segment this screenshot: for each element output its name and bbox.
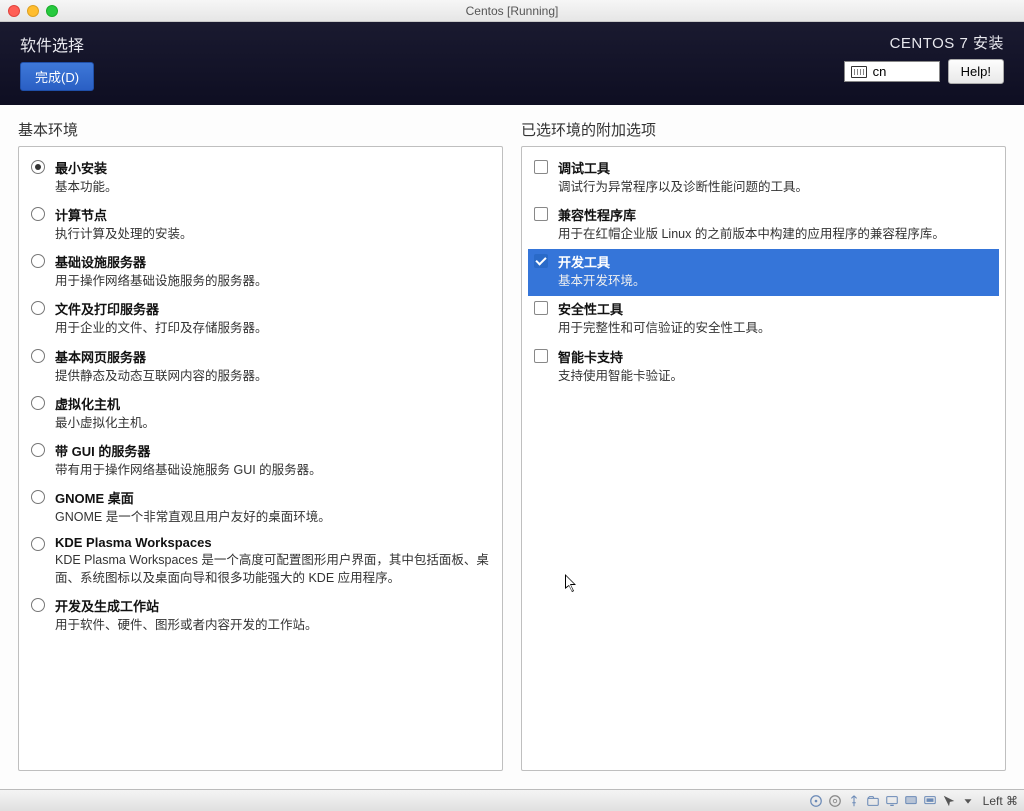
option-title: 调试工具 <box>558 158 993 177</box>
option-desc: 用于操作网络基础设施服务的服务器。 <box>55 272 490 290</box>
env-option-dev-workstation[interactable]: 开发及生成工作站用于软件、硬件、图形或者内容开发的工作站。 <box>25 593 496 640</box>
base-env-header: 基本环境 <box>18 119 503 140</box>
option-desc: 基本功能。 <box>55 178 490 196</box>
option-desc: 调试行为异常程序以及诊断性能问题的工具。 <box>558 178 993 196</box>
vbox-optical-icon[interactable] <box>827 793 843 809</box>
vbox-network-icon[interactable] <box>922 793 938 809</box>
option-title: KDE Plasma Workspaces <box>55 535 490 550</box>
addons-panel: 调试工具调试行为异常程序以及诊断性能问题的工具。兼容性程序库用于在红帽企业版 L… <box>521 146 1006 771</box>
keyboard-layout-code: cn <box>873 64 887 79</box>
vbox-recording-icon[interactable] <box>903 793 919 809</box>
checkbox-icon <box>534 301 548 315</box>
addon-option-debugging-tools[interactable]: 调试工具调试行为异常程序以及诊断性能问题的工具。 <box>528 155 999 202</box>
vbox-hostkey-label: Left ⌘ <box>983 794 1018 808</box>
option-title: 基本网页服务器 <box>55 347 490 366</box>
radio-icon <box>31 254 45 268</box>
window-title: Centos [Running] <box>0 4 1024 18</box>
env-option-kde-plasma[interactable]: KDE Plasma WorkspacesKDE Plasma Workspac… <box>25 532 496 593</box>
done-button[interactable]: 完成(D) <box>20 62 94 91</box>
checkbox-icon <box>534 254 548 268</box>
radio-icon <box>31 490 45 504</box>
option-desc: KDE Plasma Workspaces 是一个高度可配置图形用户界面，其中包… <box>55 551 490 587</box>
checkbox-icon <box>534 349 548 363</box>
env-option-gnome-desktop[interactable]: GNOME 桌面GNOME 是一个非常直观且用户友好的桌面环境。 <box>25 485 496 532</box>
option-desc: 支持使用智能卡验证。 <box>558 367 993 385</box>
addon-option-smart-card[interactable]: 智能卡支持支持使用智能卡验证。 <box>528 344 999 391</box>
option-title: 基础设施服务器 <box>55 252 490 271</box>
keyboard-icon <box>851 66 867 78</box>
option-title: 开发及生成工作站 <box>55 596 490 615</box>
addon-option-security-tools[interactable]: 安全性工具用于完整性和可信验证的安全性工具。 <box>528 296 999 343</box>
brand-text: CENTOS 7 安装 <box>890 32 1004 53</box>
option-desc: 用于完整性和可信验证的安全性工具。 <box>558 319 993 337</box>
option-title: 最小安装 <box>55 158 490 177</box>
env-option-basic-web-server[interactable]: 基本网页服务器提供静态及动态互联网内容的服务器。 <box>25 344 496 391</box>
vbox-mouse-integration-icon[interactable] <box>941 793 957 809</box>
keyboard-layout-indicator[interactable]: cn <box>844 61 940 82</box>
checkbox-icon <box>534 160 548 174</box>
vbox-hostkey-icon[interactable] <box>960 793 976 809</box>
page-title: 软件选择 <box>20 32 94 56</box>
option-desc: 最小虚拟化主机。 <box>55 414 490 432</box>
mouse-cursor-icon <box>565 574 579 594</box>
option-title: 虚拟化主机 <box>55 394 490 413</box>
close-window-button[interactable] <box>8 5 20 17</box>
checkbox-icon <box>534 207 548 221</box>
radio-icon <box>31 160 45 174</box>
radio-icon <box>31 396 45 410</box>
option-desc: 提供静态及动态互联网内容的服务器。 <box>55 367 490 385</box>
radio-icon <box>31 349 45 363</box>
radio-icon <box>31 301 45 315</box>
env-option-minimal[interactable]: 最小安装基本功能。 <box>25 155 496 202</box>
option-desc: 带有用于操作网络基础设施服务 GUI 的服务器。 <box>55 461 490 479</box>
vbox-display-icon[interactable] <box>884 793 900 809</box>
option-desc: 用于在红帽企业版 Linux 的之前版本中构建的应用程序的兼容程序库。 <box>558 225 993 243</box>
installer-header: 软件选择 完成(D) CENTOS 7 安装 cn Help! <box>0 22 1024 105</box>
option-title: GNOME 桌面 <box>55 488 490 507</box>
option-desc: GNOME 是一个非常直观且用户友好的桌面环境。 <box>55 508 490 526</box>
env-option-file-print-server[interactable]: 文件及打印服务器用于企业的文件、打印及存储服务器。 <box>25 296 496 343</box>
option-title: 智能卡支持 <box>558 347 993 366</box>
option-title: 开发工具 <box>558 252 993 271</box>
zoom-window-button[interactable] <box>46 5 58 17</box>
minimize-window-button[interactable] <box>27 5 39 17</box>
addons-header: 已选环境的附加选项 <box>521 119 1006 140</box>
base-env-panel: 最小安装基本功能。计算节点执行计算及处理的安装。基础设施服务器用于操作网络基础设… <box>18 146 503 771</box>
option-title: 带 GUI 的服务器 <box>55 441 490 460</box>
option-title: 兼容性程序库 <box>558 205 993 224</box>
radio-icon <box>31 207 45 221</box>
vbox-usb-icon[interactable] <box>846 793 862 809</box>
env-option-virtualization-host[interactable]: 虚拟化主机最小虚拟化主机。 <box>25 391 496 438</box>
option-desc: 用于企业的文件、打印及存储服务器。 <box>55 319 490 337</box>
env-option-infrastructure-server[interactable]: 基础设施服务器用于操作网络基础设施服务的服务器。 <box>25 249 496 296</box>
option-title: 文件及打印服务器 <box>55 299 490 318</box>
addon-option-compat-libs[interactable]: 兼容性程序库用于在红帽企业版 Linux 的之前版本中构建的应用程序的兼容程序库… <box>528 202 999 249</box>
option-desc: 执行计算及处理的安装。 <box>55 225 490 243</box>
radio-icon <box>31 443 45 457</box>
virtualbox-status-bar: Left ⌘ <box>0 789 1024 811</box>
radio-icon <box>31 598 45 612</box>
option-title: 安全性工具 <box>558 299 993 318</box>
option-desc: 基本开发环境。 <box>558 272 993 290</box>
vbox-shared-folder-icon[interactable] <box>865 793 881 809</box>
option-desc: 用于软件、硬件、图形或者内容开发的工作站。 <box>55 616 490 634</box>
option-title: 计算节点 <box>55 205 490 224</box>
addon-option-development-tools[interactable]: 开发工具基本开发环境。 <box>528 249 999 296</box>
env-option-compute-node[interactable]: 计算节点执行计算及处理的安装。 <box>25 202 496 249</box>
radio-icon <box>31 537 45 551</box>
env-option-server-with-gui[interactable]: 带 GUI 的服务器带有用于操作网络基础设施服务 GUI 的服务器。 <box>25 438 496 485</box>
help-button[interactable]: Help! <box>948 59 1004 84</box>
vbox-hdd-icon[interactable] <box>808 793 824 809</box>
